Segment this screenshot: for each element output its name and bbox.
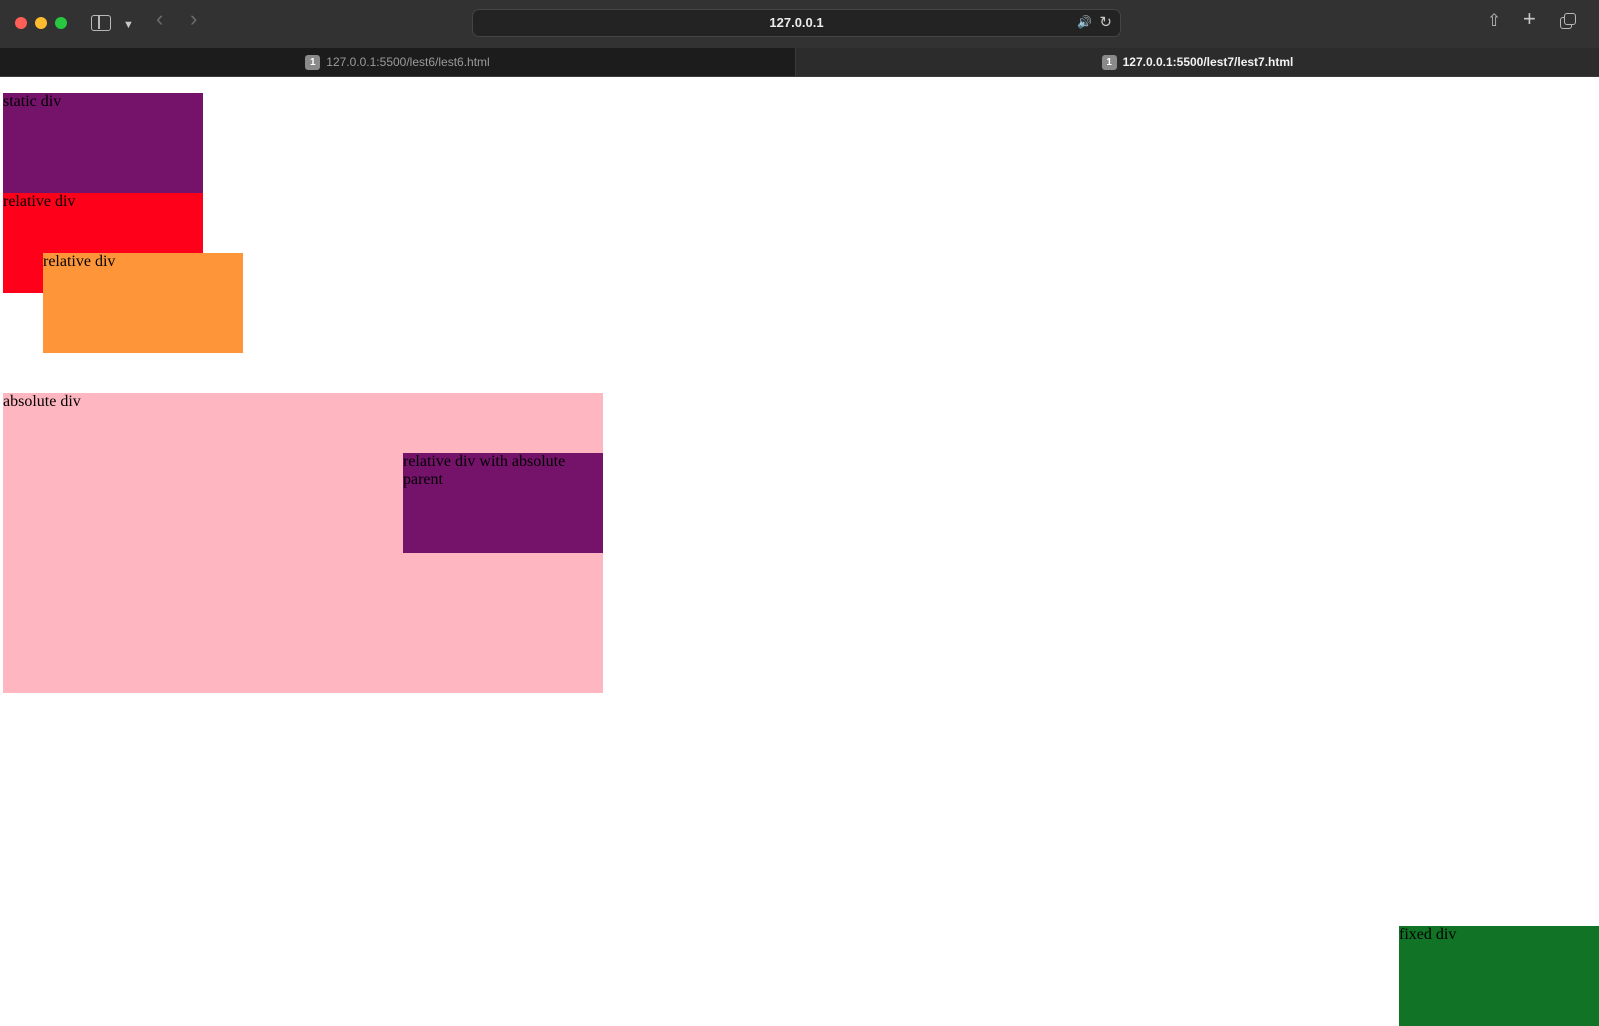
relative-div-orange: relative div (43, 253, 243, 353)
address-bar[interactable]: 127.0.0.1 🔊 ↻ (472, 9, 1121, 37)
relative-div-with-absolute-parent: relative div with absolute parent (403, 453, 603, 553)
address-text: 127.0.0.1 (769, 15, 824, 30)
favicon-icon: 1 (1101, 54, 1117, 70)
favicon-icon: 1 (305, 54, 321, 70)
tab-lest6[interactable]: 1 127.0.0.1:5500/lest6/lest6.html (0, 48, 796, 76)
sidebar-icon[interactable] (91, 15, 111, 31)
forward-arrow-icon[interactable]: › (190, 8, 197, 30)
tab-label: 127.0.0.1:5500/lest6/lest6.html (326, 55, 490, 69)
tab-overview-icon[interactable] (1560, 13, 1576, 29)
tab-lest7[interactable]: 1 127.0.0.1:5500/lest7/lest7.html (796, 48, 1599, 76)
speaker-icon[interactable]: 🔊 (1077, 15, 1092, 29)
share-icon[interactable]: ⇧ (1487, 11, 1501, 31)
tab-bar: 1 127.0.0.1:5500/lest6/lest6.html 1 127.… (0, 48, 1599, 77)
chevron-down-icon[interactable]: ▼ (123, 15, 134, 35)
close-window-button[interactable] (15, 17, 27, 29)
static-div: static div (3, 93, 203, 193)
reload-icon[interactable]: ↻ (1099, 13, 1112, 31)
fixed-div: fixed div (1399, 926, 1599, 1026)
browser-toolbar: ▼ ‹ › 127.0.0.1 🔊 ↻ ⇧ + (0, 0, 1599, 48)
maximize-window-button[interactable] (55, 17, 67, 29)
page-viewport: static div relative div relative div abs… (0, 77, 1599, 1026)
tab-label: 127.0.0.1:5500/lest7/lest7.html (1122, 55, 1294, 69)
back-arrow-icon[interactable]: ‹ (156, 8, 163, 30)
minimize-window-button[interactable] (35, 17, 47, 29)
plus-icon[interactable]: + (1523, 8, 1536, 30)
